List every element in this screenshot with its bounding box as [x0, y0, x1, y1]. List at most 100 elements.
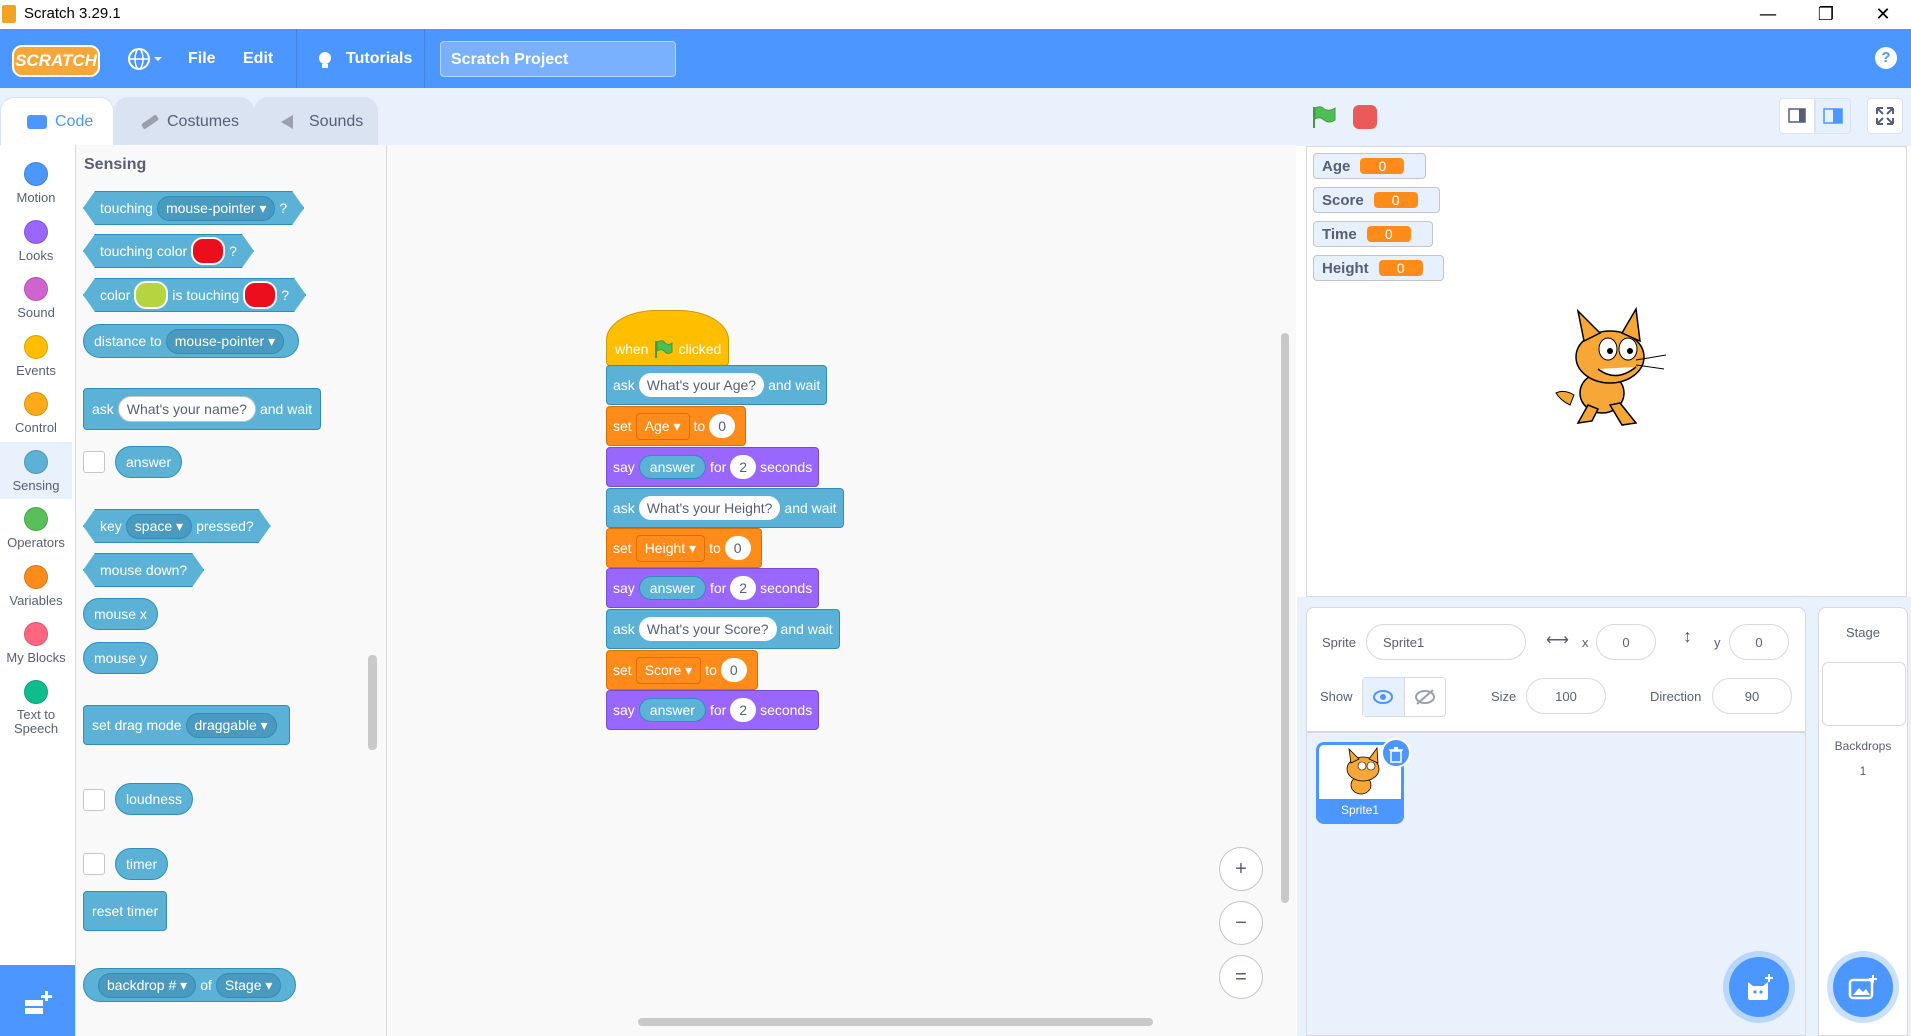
distance-menu[interactable]: mouse-pointer ▾	[165, 328, 285, 354]
language-menu[interactable]	[126, 45, 166, 73]
ask-input[interactable]: What's your name?	[117, 396, 256, 422]
green-flag-button[interactable]	[1311, 106, 1337, 128]
minimize-button[interactable]: —	[1745, 0, 1791, 29]
choose-sprite-button[interactable]	[1729, 957, 1789, 1017]
seconds-input[interactable]: 2	[730, 698, 757, 722]
block-color-touching[interactable]: color is touching ?	[83, 278, 306, 312]
script-workspace[interactable]	[387, 145, 1296, 1036]
backdrop-menu[interactable]: backdrop # ▾	[98, 972, 197, 998]
reporter-answer[interactable]: answer	[638, 576, 706, 600]
block-mouse-down[interactable]: mouse down?	[83, 553, 204, 587]
loudness-checkbox[interactable]	[83, 789, 105, 811]
choose-backdrop-button[interactable]	[1833, 957, 1893, 1017]
close-window-button[interactable]: ✕	[1860, 0, 1906, 29]
variable-monitor[interactable]: Score 0	[1313, 187, 1440, 213]
block-set-variable[interactable]: set Age ▾ to 0	[606, 406, 747, 446]
block-say-for-seconds[interactable]: say answer for 2 seconds	[606, 447, 820, 487]
block-reset-timer[interactable]: reset timer	[83, 891, 168, 931]
y-input[interactable]: 0	[1729, 624, 1789, 660]
block-timer[interactable]: timer	[115, 848, 169, 880]
file-menu[interactable]: File	[188, 29, 216, 88]
project-title-input[interactable]: Scratch Project	[440, 41, 676, 77]
category-control[interactable]: Control	[0, 384, 72, 441]
add-extension-button[interactable]	[0, 965, 75, 1036]
value-input[interactable]: 0	[720, 658, 747, 682]
show-sprite-button[interactable]	[1363, 678, 1405, 716]
color-swatch[interactable]	[243, 281, 277, 309]
color-swatch[interactable]	[191, 237, 225, 265]
category-operators[interactable]: Operators	[0, 499, 72, 556]
sprite-name-input[interactable]: Sprite1	[1366, 624, 1526, 660]
touching-menu[interactable]: mouse-pointer ▾	[157, 196, 275, 221]
x-input[interactable]: 0	[1596, 624, 1656, 660]
stop-button[interactable]	[1353, 105, 1377, 129]
tab-code[interactable]: Code	[0, 97, 114, 146]
block-ask-and-wait[interactable]: ask What's your Age? and wait	[606, 365, 828, 405]
zoom-out-button[interactable]: −	[1219, 901, 1263, 945]
size-input[interactable]: 100	[1526, 678, 1606, 714]
restore-button[interactable]: ❐	[1803, 0, 1849, 29]
category-sensing[interactable]: Sensing	[0, 441, 72, 499]
palette-scrollbar[interactable]	[368, 655, 377, 750]
category-sound[interactable]: Sound	[0, 269, 72, 326]
workspace-horizontal-scrollbar[interactable]	[638, 1018, 1153, 1026]
tab-sounds[interactable]: Sounds	[254, 97, 378, 145]
hide-sprite-button[interactable]	[1405, 678, 1446, 716]
fullscreen-button[interactable]	[1867, 98, 1903, 134]
zoom-in-button[interactable]: +	[1219, 847, 1263, 891]
category-my-blocks[interactable]: My Blocks	[0, 614, 72, 671]
reporter-answer[interactable]: answer	[638, 455, 706, 479]
block-set-variable[interactable]: set Height ▾ to 0	[606, 528, 762, 568]
direction-input[interactable]: 90	[1712, 678, 1792, 714]
category-variables[interactable]: Variables	[0, 557, 72, 614]
scratch-logo[interactable]: SCRATCH	[12, 45, 100, 77]
block-set-drag-mode[interactable]: set drag mode draggable ▾	[83, 705, 290, 745]
ask-input[interactable]: What's your Height?	[638, 496, 781, 520]
seconds-input[interactable]: 2	[730, 576, 757, 600]
tutorials-button[interactable]: Tutorials	[346, 29, 412, 88]
block-touching[interactable]: touching mouse-pointer ▾ ?	[83, 191, 304, 225]
variable-monitor[interactable]: Time 0	[1313, 221, 1433, 247]
variable-menu[interactable]: Age ▾	[635, 412, 690, 440]
stage-menu[interactable]: Stage ▾	[215, 972, 282, 998]
variable-monitor[interactable]: Age 0	[1313, 153, 1426, 179]
reporter-answer[interactable]: answer	[638, 698, 706, 722]
variable-menu[interactable]: Height ▾	[635, 534, 706, 562]
backdrop-thumbnail[interactable]	[1822, 662, 1906, 726]
normal-stage-button[interactable]	[1815, 98, 1851, 134]
block-mouse-y[interactable]: mouse y	[83, 642, 158, 674]
block-answer[interactable]: answer	[115, 446, 183, 478]
value-input[interactable]: 0	[724, 536, 751, 560]
block-say-for-seconds[interactable]: say answer for 2 seconds	[606, 690, 820, 730]
cat-sprite[interactable]	[1540, 305, 1670, 435]
zoom-reset-button[interactable]: =	[1219, 955, 1263, 999]
category-events[interactable]: Events	[0, 327, 72, 384]
small-stage-button[interactable]	[1779, 98, 1815, 134]
block-when-flag-clicked[interactable]: when clicked	[606, 310, 729, 366]
block-key-pressed[interactable]: key space ▾ pressed?	[83, 509, 271, 543]
category-looks[interactable]: Looks	[0, 212, 72, 269]
workspace-vertical-scrollbar[interactable]	[1281, 333, 1289, 903]
block-say-for-seconds[interactable]: say answer for 2 seconds	[606, 568, 820, 608]
timer-checkbox[interactable]	[83, 853, 105, 875]
block-loudness[interactable]: loudness	[115, 783, 194, 815]
tab-costumes[interactable]: Costumes	[114, 97, 254, 145]
seconds-input[interactable]: 2	[730, 455, 757, 479]
block-mouse-x[interactable]: mouse x	[83, 598, 158, 630]
block-ask-and-wait[interactable]: ask What's your name? and wait	[83, 388, 322, 430]
drag-mode-menu[interactable]: draggable ▾	[185, 712, 277, 738]
color-swatch[interactable]	[134, 281, 168, 309]
help-button[interactable]: ?	[1875, 47, 1897, 69]
ask-input[interactable]: What's your Age?	[638, 373, 765, 397]
block-touching-color[interactable]: touching color ?	[83, 234, 254, 268]
answer-checkbox[interactable]	[83, 451, 105, 473]
block-distance-to[interactable]: distance to mouse-pointer ▾	[83, 324, 300, 358]
category-text-to-speech[interactable]: Text to Speech	[0, 672, 72, 735]
block-backdrop-of[interactable]: backdrop # ▾ of Stage ▾	[83, 968, 297, 1002]
category-motion[interactable]: Motion	[0, 154, 72, 211]
value-input[interactable]: 0	[709, 414, 736, 438]
block-set-variable[interactable]: set Score ▾ to 0	[606, 650, 758, 690]
variable-menu[interactable]: Score ▾	[635, 656, 702, 684]
edit-menu[interactable]: Edit	[243, 29, 273, 88]
delete-sprite-button[interactable]	[1381, 738, 1411, 768]
